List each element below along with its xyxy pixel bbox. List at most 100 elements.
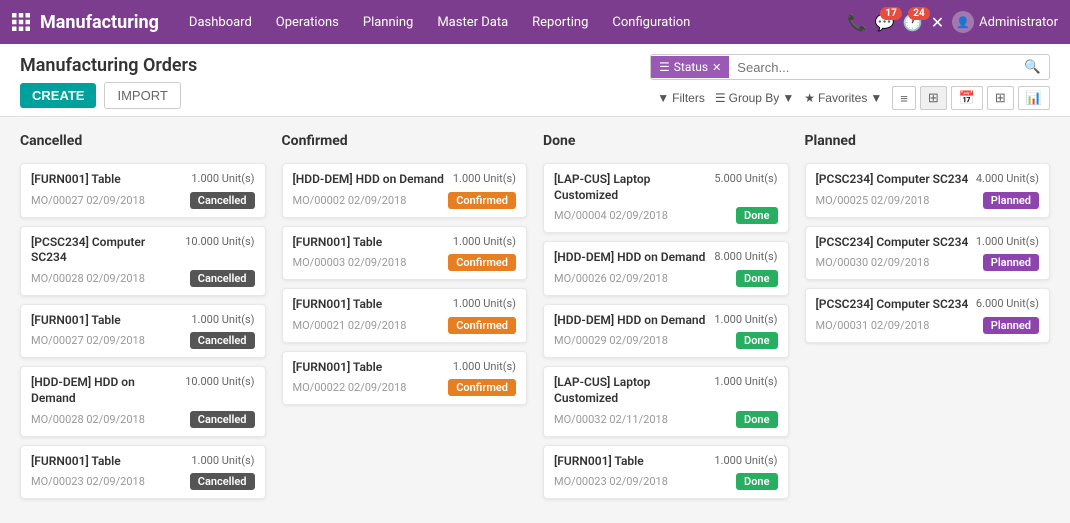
card-quantity: 1.000 Unit(s) <box>714 454 777 467</box>
kanban-card[interactable]: [HDD-DEM] HDD on Demand 10.000 Unit(s) MO/… <box>20 366 266 436</box>
subheader-left: Manufacturing Orders CREATE IMPORT <box>20 55 197 109</box>
card-bottom: MO/00022 02/09/2018 Confirmed <box>293 379 517 396</box>
phone-icon[interactable]: 📞 <box>847 13 867 32</box>
card-quantity: 1.000 Unit(s) <box>191 454 254 467</box>
card-bottom: MO/00028 02/09/2018Cancelled <box>31 270 255 287</box>
pivot-view-button[interactable]: ⊞ <box>987 86 1014 110</box>
card-quantity: 1.000 Unit(s) <box>714 313 777 326</box>
card-bottom: MO/00029 02/09/2018Done <box>554 332 778 349</box>
card-top: [FURN001] Table1.000 Unit(s) <box>554 454 778 470</box>
card-name: [FURN001] Table <box>293 235 447 251</box>
column-title-cancelled: Cancelled <box>20 133 266 153</box>
card-name: [PCSC234] Computer SC234 <box>31 235 179 266</box>
kanban-card[interactable]: [FURN001] Table 1.000 Unit(s) MO/00021 02/… <box>282 288 528 343</box>
kanban-column-confirmed: Confirmed[HDD-DEM] HDD on Demand1.000 Un… <box>282 133 528 507</box>
card-name: [HDD-DEM] HDD on Demand <box>554 313 708 329</box>
card-quantity: 1.000 Unit(s) <box>976 235 1039 248</box>
messages-icon[interactable]: 💬 17 <box>875 13 895 32</box>
menu-configuration[interactable]: Configuration <box>602 9 700 36</box>
card-quantity: 1.000 Unit(s) <box>453 297 516 310</box>
graph-view-button[interactable]: 📊 <box>1018 86 1050 110</box>
app-brand: Manufacturing <box>40 12 159 33</box>
card-reference: MO/00004 02/09/2018 <box>554 209 668 222</box>
card-bottom: MO/00031 02/09/2018Planned <box>816 317 1040 334</box>
card-bottom: MO/00032 02/11/2018Done <box>554 411 778 428</box>
card-quantity: 10.000 Unit(s) <box>185 375 254 388</box>
messages-badge: 17 <box>880 7 901 20</box>
kanban-card[interactable]: [FURN001] Table1.000 Unit(s)MO/00023 02/… <box>20 445 266 500</box>
card-reference: MO/00026 02/09/2018 <box>554 272 668 285</box>
close-icon[interactable]: ✕ <box>931 13 944 32</box>
kanban-card[interactable]: [FURN001] Table1.000 Unit(s)MO/00003 02/… <box>282 226 528 281</box>
filters-button[interactable]: ▼ Filters <box>657 91 705 105</box>
card-bottom: MO/00027 02/09/2018Cancelled <box>31 332 255 349</box>
menu-reporting[interactable]: Reporting <box>522 9 598 36</box>
group-by-button[interactable]: ☰ Group By ▼ <box>715 91 794 105</box>
subheader-right: ☰ Status ✕ 🔍 ▼ Filters ☰ Group By ▼ ★ Fa… <box>650 54 1050 110</box>
import-button[interactable]: IMPORT <box>104 82 180 109</box>
main-content: Cancelled[FURN001] Table1.000 Unit(s)MO/… <box>0 117 1070 523</box>
grid-menu-icon[interactable] <box>12 13 30 31</box>
kanban-card[interactable]: [LAP-CUS] Laptop Customized1.000 Unit(s)… <box>543 366 789 436</box>
kanban-card[interactable]: [PCSC234] Computer SC2346.000 Unit(s)MO/… <box>805 288 1051 343</box>
activity-icon[interactable]: 🕐 24 <box>903 13 923 32</box>
kanban-view-button[interactable]: ⊞ <box>920 86 947 110</box>
card-quantity: 1.000 Unit(s) <box>714 375 777 388</box>
card-reference: MO/00023 02/09/2018 <box>31 475 145 488</box>
card-quantity: 1.000 Unit(s) <box>453 360 516 373</box>
kanban-card[interactable]: [LAP-CUS] Laptop Customized5.000 Unit(s)… <box>543 163 789 233</box>
calendar-view-button[interactable]: 📅 <box>951 86 983 110</box>
card-top: [LAP-CUS] Laptop Customized1.000 Unit(s) <box>554 375 778 406</box>
card-name: [FURN001] Table <box>293 297 447 313</box>
status-badge: Planned <box>983 254 1039 271</box>
column-title-planned: Planned <box>805 133 1051 153</box>
menu-operations[interactable]: Operations <box>266 9 349 36</box>
status-badge: Cancelled <box>190 473 255 490</box>
card-name: [PCSC234] Computer SC234 <box>816 297 970 313</box>
kanban-card[interactable]: [FURN001] Table1.000 Unit(s)MO/00027 02/… <box>20 163 266 218</box>
search-input[interactable] <box>729 56 1016 79</box>
status-badge: Confirmed <box>448 192 516 209</box>
status-badge: Done <box>736 270 777 287</box>
user-menu[interactable]: 👤 Administrator <box>952 11 1058 33</box>
status-badge: Done <box>736 411 777 428</box>
kanban-card[interactable]: [FURN001] Table1.000 Unit(s)MO/00022 02/… <box>282 351 528 406</box>
menu-master-data[interactable]: Master Data <box>427 9 518 36</box>
status-badge: Cancelled <box>190 411 255 428</box>
create-button[interactable]: CREATE <box>20 83 96 108</box>
kanban-card[interactable]: [FURN001] Table1.000 Unit(s) MO/00023 02/… <box>543 445 789 500</box>
kanban-card[interactable]: [PCSC234] Computer SC234 10.000 Unit(s) MO… <box>20 226 266 296</box>
card-top: [FURN001] Table1.000 Unit(s) <box>31 313 255 329</box>
kanban-card[interactable]: [PCSC234] Computer SC2344.000 Unit(s)MO/… <box>805 163 1051 218</box>
card-name: [HDD-DEM] HDD on Demand <box>31 375 179 406</box>
card-reference: MO/00023 02/09/2018 <box>554 475 668 488</box>
search-tag-remove[interactable]: ✕ <box>712 61 721 74</box>
menu-dashboard[interactable]: Dashboard <box>179 9 262 36</box>
status-badge: Confirmed <box>448 317 516 334</box>
favorites-button[interactable]: ★ Favorites ▼ <box>804 91 882 105</box>
card-bottom: MO/00023 02/09/2018 Cancelled <box>31 473 255 490</box>
search-submit-button[interactable]: 🔍 <box>1016 55 1049 79</box>
card-reference: MO/00022 02/09/2018 <box>293 381 407 394</box>
menu-planning[interactable]: Planning <box>353 9 423 36</box>
view-toggle: ≡ ⊞ 📅 ⊞ 📊 <box>892 86 1050 110</box>
kanban-card[interactable]: [PCSC234] Computer SC2341.000 Unit(s)MO/… <box>805 226 1051 281</box>
list-view-button[interactable]: ≡ <box>892 86 916 110</box>
kanban-column-cancelled: Cancelled[FURN001] Table1.000 Unit(s)MO/… <box>20 133 266 507</box>
card-bottom: MO/00028 02/09/2018Cancelled <box>31 411 255 428</box>
status-badge: Confirmed <box>448 379 516 396</box>
kanban-card[interactable]: [FURN001] Table1.000 Unit(s) MO/00027 02/… <box>20 304 266 359</box>
card-reference: MO/00021 02/09/2018 <box>293 319 407 332</box>
kanban-card[interactable]: [HDD-DEM] HDD on Demand 1.000 Unit(s) MO/0… <box>543 304 789 359</box>
card-top: [PCSC234] Computer SC234 10.000 Unit(s) <box>31 235 255 266</box>
card-name: [LAP-CUS] Laptop Customized <box>554 172 708 203</box>
subheader-actions: CREATE IMPORT <box>20 82 197 109</box>
card-quantity: 1.000 Unit(s) <box>453 235 516 248</box>
card-quantity: 4.000 Unit(s) <box>976 172 1039 185</box>
card-top: [FURN001] Table 1.000 Unit(s) <box>293 297 517 313</box>
nav-right-icons: 📞 💬 17 🕐 24 ✕ 👤 Administrator <box>847 11 1058 33</box>
card-bottom: MO/00002 02/09/2018Confirmed <box>293 192 517 209</box>
card-quantity: 10.000 Unit(s) <box>185 235 254 248</box>
kanban-card[interactable]: [HDD-DEM] HDD on Demand1.000 Unit(s)MO/0… <box>282 163 528 218</box>
kanban-card[interactable]: [HDD-DEM] HDD on Demand8.000 Unit(s)MO/0… <box>543 241 789 296</box>
